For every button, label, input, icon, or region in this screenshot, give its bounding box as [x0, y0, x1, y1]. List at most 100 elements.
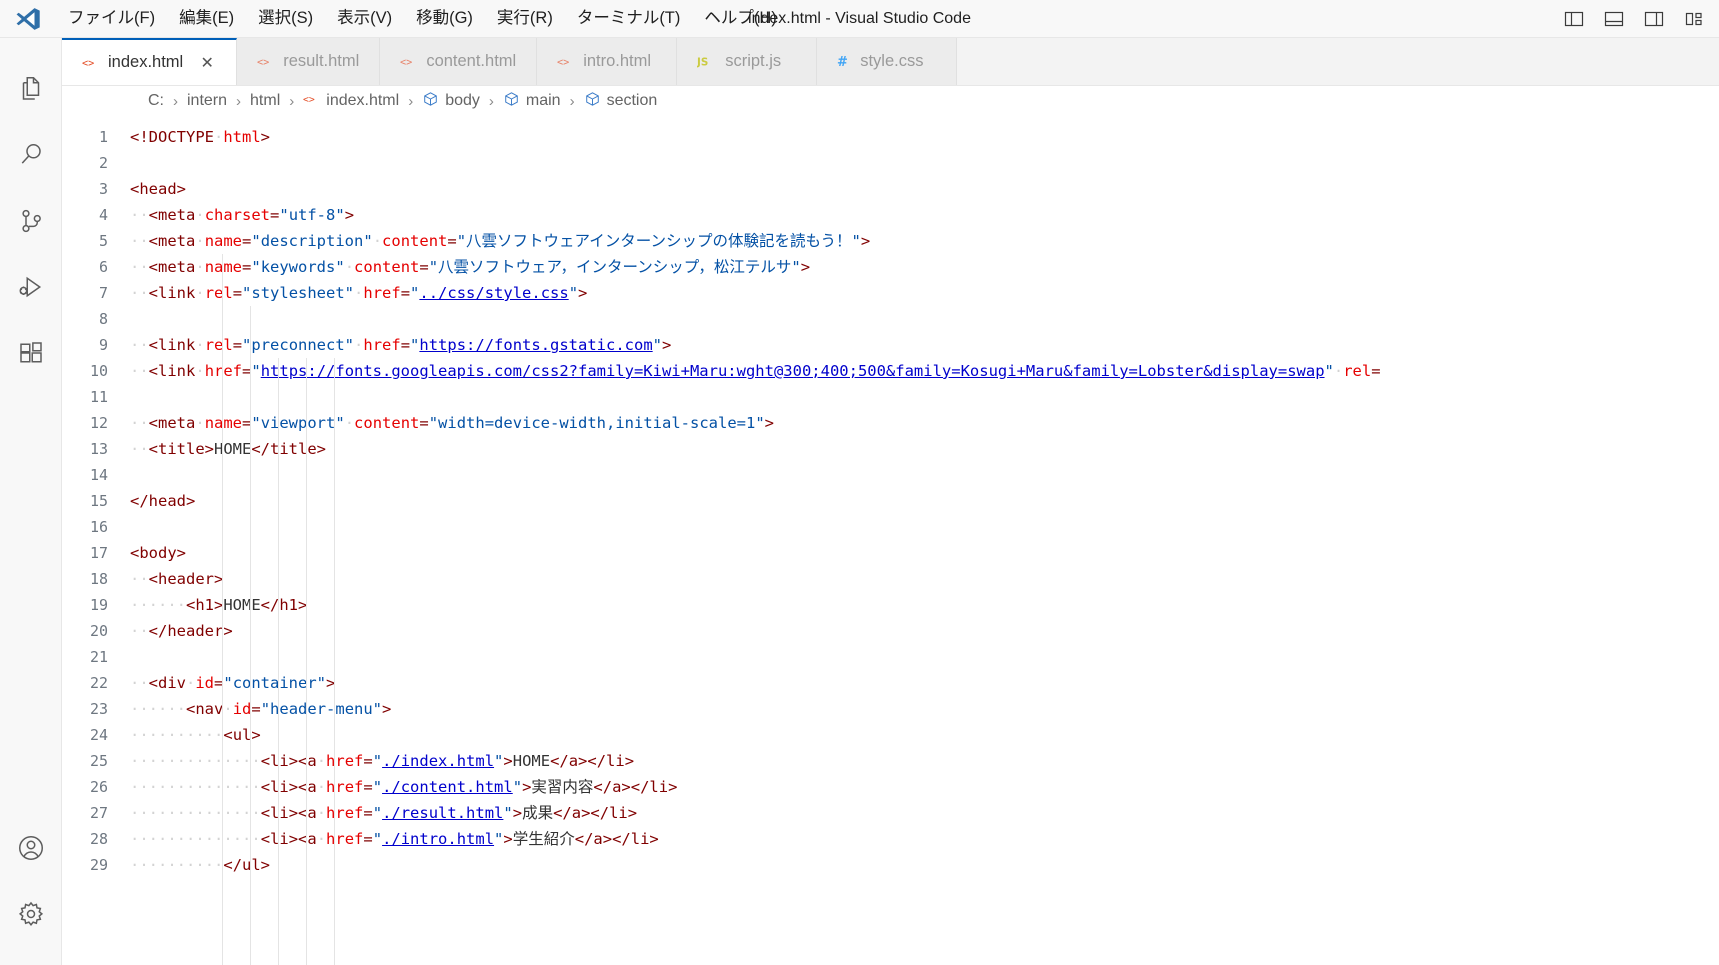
code-line[interactable]: 22 ··<div·id="container"> — [62, 670, 1719, 696]
code-line[interactable]: 7 ··<link·rel="stylesheet"·href="../css/s… — [62, 280, 1719, 306]
close-icon[interactable]: ✕ — [198, 53, 216, 73]
code-line-text: ··············<li><a·href="./result.html… — [130, 804, 638, 822]
breadcrumb-item-drive[interactable]: C: — [146, 92, 166, 110]
activity-bar — [0, 38, 62, 965]
toggle-panel-icon[interactable] — [1603, 8, 1625, 30]
menu-selection[interactable]: 選択(S) — [246, 6, 325, 32]
search-icon[interactable] — [0, 122, 62, 188]
code-line[interactable]: 14 — [62, 462, 1719, 488]
code-line-text: ··············<li><a·href="./index.html"… — [130, 752, 635, 770]
tab-style-css[interactable]: # style.css — [817, 38, 958, 85]
code-line[interactable]: 17 <body> — [62, 540, 1719, 566]
toggle-primary-sidebar-icon[interactable] — [1563, 8, 1585, 30]
menu-view[interactable]: 表示(V) — [325, 6, 404, 32]
line-number: 15 — [89, 492, 108, 510]
settings-gear-icon[interactable] — [0, 881, 62, 947]
breadcrumb-item-section[interactable]: section — [582, 91, 660, 112]
code-line-text: ··········</ul> — [130, 856, 271, 874]
breadcrumb-item-intern[interactable]: intern — [185, 92, 229, 110]
code-line[interactable]: 23 ······<nav·id="header-menu"> — [62, 696, 1719, 722]
svg-text:<>: <> — [557, 57, 569, 68]
code-line-text: <body> — [130, 544, 186, 562]
code-line[interactable]: 8 — [62, 306, 1719, 332]
customize-layout-icon[interactable] — [1683, 8, 1705, 30]
vscode-window: ファイル(F) 編集(E) 選択(S) 表示(V) 移動(G) 実行(R) ター… — [0, 0, 1719, 965]
breadcrumb-item-html[interactable]: html — [248, 92, 282, 110]
menu-file[interactable]: ファイル(F) — [56, 6, 167, 32]
explorer-icon[interactable] — [0, 56, 62, 122]
source-control-icon[interactable] — [0, 188, 62, 254]
tab-intro-html[interactable]: <> intro.html — [537, 38, 678, 85]
run-and-debug-icon[interactable] — [0, 254, 62, 320]
tab-label: content.html — [426, 52, 517, 70]
menu-terminal[interactable]: ターミナル(T) — [565, 6, 693, 32]
code-line[interactable]: 27 ··············<li><a·href="./result.ht… — [62, 800, 1719, 826]
breadcrumb-separator: › — [173, 92, 178, 110]
line-number: 27 — [89, 804, 108, 822]
menu-edit[interactable]: 編集(E) — [167, 6, 246, 32]
code-line-text: ··<div·id="container"> — [130, 674, 336, 692]
html-file-icon: <> — [303, 92, 320, 111]
code-line-text — [130, 644, 1719, 670]
code-line[interactable]: 29 ··········</ul> — [62, 852, 1719, 878]
code-line[interactable]: 10 ··<link·href="https://fonts.googleapis… — [62, 358, 1719, 384]
tab-index-html[interactable]: <> index.html ✕ — [62, 38, 238, 85]
code-line[interactable]: 13 ··<title>HOME</title> — [62, 436, 1719, 462]
breadcrumb-label: C: — [148, 92, 164, 109]
code-line[interactable]: 6 ··<meta·name="keywords"·content="八雲ソフトウ… — [62, 254, 1719, 280]
tab-result-html[interactable]: <> result.html — [237, 38, 381, 85]
accounts-icon[interactable] — [0, 815, 62, 881]
breadcrumb-label: html — [250, 92, 281, 109]
code-line[interactable]: 4 ··<meta·charset="utf-8"> — [62, 202, 1719, 228]
breadcrumb-separator: › — [289, 92, 295, 110]
code-line[interactable]: 16 — [62, 514, 1719, 540]
line-number: 12 — [89, 414, 108, 432]
vscode-logo-icon — [0, 6, 56, 32]
line-number: 6 — [98, 258, 108, 276]
line-number: 24 — [89, 726, 108, 744]
svg-text:<>: <> — [257, 57, 269, 68]
menu-help[interactable]: ヘルプ(H) — [692, 6, 788, 32]
code-line[interactable]: 5 ··<meta·name="description"·content="八雲ソ… — [62, 228, 1719, 254]
code-line[interactable]: 12 ··<meta·name="viewport"·content="width… — [62, 410, 1719, 436]
code-line[interactable]: 28 ··············<li><a·href="./intro.htm… — [62, 826, 1719, 852]
breadcrumb-label: body — [445, 92, 480, 109]
code-editor[interactable]: 1 <!DOCTYPE·html> 2 3 <head> 4 ··<meta·charse… — [62, 116, 1719, 965]
code-line[interactable]: 1 <!DOCTYPE·html> — [62, 124, 1719, 150]
symbol-field-icon — [584, 91, 601, 112]
code-line[interactable]: 15 </head> — [62, 488, 1719, 514]
line-number: 14 — [89, 466, 108, 484]
breadcrumb-item-body[interactable]: body — [420, 91, 482, 112]
tab-script-js[interactable]: JS script.js — [677, 38, 818, 85]
code-line[interactable]: 26 ··············<li><a·href="./content.h… — [62, 774, 1719, 800]
code-line[interactable]: 11 — [62, 384, 1719, 410]
breadcrumb-item-main[interactable]: main — [501, 91, 563, 112]
breadcrumb-item-index-html[interactable]: <> index.html — [301, 92, 401, 111]
line-number: 3 — [98, 180, 108, 198]
code-line[interactable]: 9 ··<link·rel="preconnect"·href="https://… — [62, 332, 1719, 358]
line-number: 17 — [89, 544, 108, 562]
toggle-secondary-sidebar-icon[interactable] — [1643, 8, 1665, 30]
code-line[interactable]: 21 — [62, 644, 1719, 670]
html-file-icon: <> — [400, 54, 417, 70]
code-line[interactable]: 19 ······<h1>HOME</h1> — [62, 592, 1719, 618]
code-line[interactable]: 24 ··········<ul> — [62, 722, 1719, 748]
code-line[interactable]: 3 <head> — [62, 176, 1719, 202]
extensions-icon[interactable] — [0, 320, 62, 386]
code-line[interactable]: 18 ··<header> — [62, 566, 1719, 592]
line-number: 23 — [89, 700, 108, 718]
code-line-text — [130, 150, 1719, 176]
menu-go[interactable]: 移動(G) — [404, 6, 485, 32]
code-line-text — [130, 384, 1719, 410]
tab-content-html[interactable]: <> content.html — [380, 38, 538, 85]
code-line-text: ··<meta·name="viewport"·content="width=d… — [130, 414, 774, 432]
code-line[interactable]: 20 ··</header> — [62, 618, 1719, 644]
code-line[interactable]: 25 ··············<li><a·href="./index.htm… — [62, 748, 1719, 774]
breadcrumb: C: › intern › html › <> index.html › bod… — [62, 86, 1719, 116]
line-number: 16 — [89, 518, 108, 536]
html-file-icon: <> — [82, 55, 99, 71]
code-line-text — [130, 462, 1719, 488]
symbol-field-icon — [503, 91, 520, 112]
code-line[interactable]: 2 — [62, 150, 1719, 176]
menu-run[interactable]: 実行(R) — [485, 6, 565, 32]
